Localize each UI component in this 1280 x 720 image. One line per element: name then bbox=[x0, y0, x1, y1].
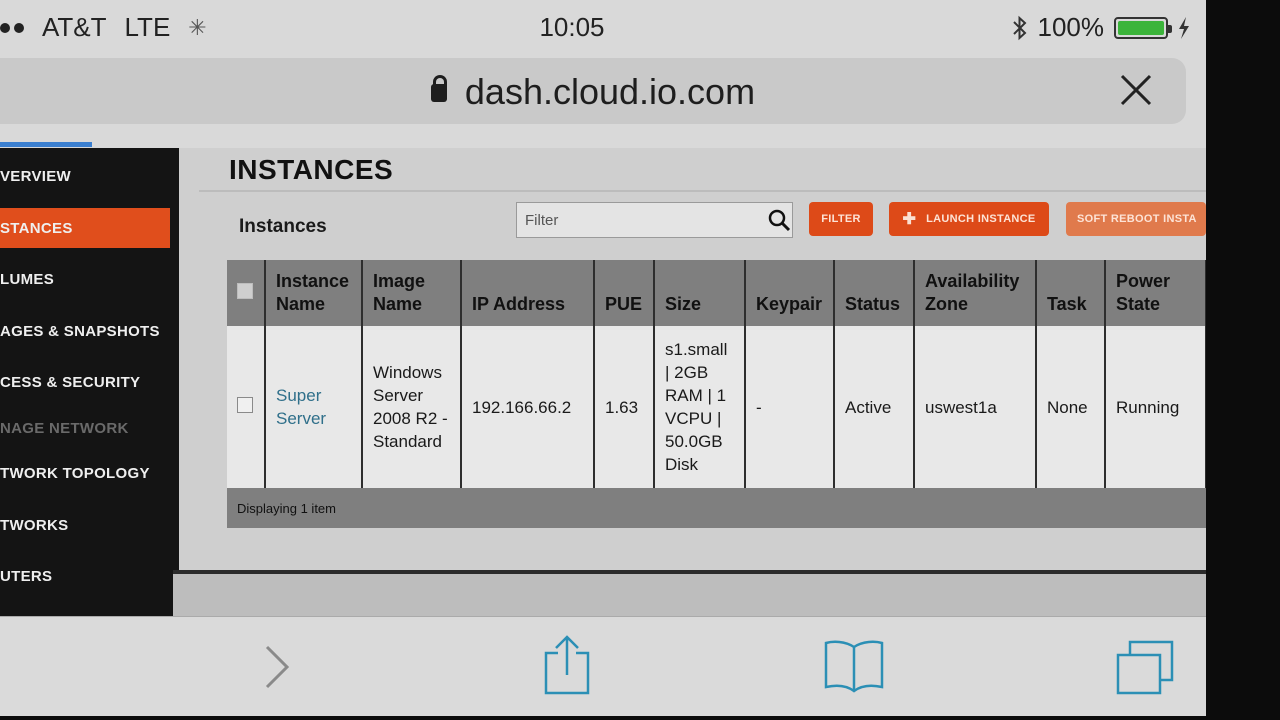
sidebar-item-instances[interactable]: STANCES bbox=[0, 208, 170, 248]
column-header[interactable]: Availability Zone bbox=[914, 260, 1037, 326]
sidebar-item-routers[interactable]: UTERS bbox=[0, 556, 52, 596]
content-lower-area bbox=[173, 574, 1206, 616]
sidebar-item-images-snapshots[interactable]: AGES & SNAPSHOTS bbox=[0, 311, 160, 351]
main-content: INSTANCES Instances FILTER ✚ LAUNCH INSTA… bbox=[179, 148, 1206, 616]
tabs-icon[interactable] bbox=[1114, 639, 1176, 697]
browser-toolbar bbox=[0, 616, 1206, 716]
column-header[interactable]: Power State bbox=[1105, 260, 1206, 326]
forward-icon[interactable] bbox=[262, 643, 292, 691]
column-header[interactable]: Status bbox=[834, 260, 915, 326]
column-header[interactable]: IP Address bbox=[461, 260, 595, 326]
ip-address-cell: 192.166.66.2 bbox=[461, 326, 595, 488]
lock-icon bbox=[430, 75, 447, 102]
table-row[interactable]: Super Server Windows Server 2008 R2 - St… bbox=[227, 326, 1206, 488]
availability-zone-cell: uswest1a bbox=[914, 326, 1037, 488]
column-header[interactable]: Size bbox=[654, 260, 746, 326]
size-cell: s1.small | 2GB RAM | 1 VCPU | 50.0GB Dis… bbox=[654, 326, 746, 488]
bluetooth-icon bbox=[1012, 15, 1026, 40]
battery-fill bbox=[1118, 20, 1164, 35]
soft-reboot-button[interactable]: SOFT REBOOT INSTA bbox=[1066, 202, 1206, 236]
power-state-cell: Running bbox=[1105, 326, 1206, 488]
sidebar-item-access-security[interactable]: CESS & SECURITY bbox=[0, 362, 140, 402]
filter-button[interactable]: FILTER bbox=[809, 202, 873, 236]
url-display[interactable]: dash.cloud.io.com bbox=[0, 71, 1186, 113]
instance-name-link[interactable]: Super Server bbox=[265, 326, 363, 488]
column-header[interactable]: Image Name bbox=[362, 260, 462, 326]
select-all-cell bbox=[227, 260, 266, 326]
sidebar-item-networks[interactable]: TWORKS bbox=[0, 505, 68, 545]
column-header[interactable]: Keypair bbox=[745, 260, 835, 326]
launch-instance-button[interactable]: ✚ LAUNCH INSTANCE bbox=[889, 202, 1049, 236]
select-all-checkbox[interactable] bbox=[237, 282, 253, 299]
sidebar: VERVIEW STANCES LUMES AGES & SNAPSHOTS C… bbox=[0, 148, 179, 616]
keypair-cell: - bbox=[745, 326, 835, 488]
status-time: 10:05 bbox=[539, 12, 605, 42]
table-footer: Displaying 1 item bbox=[227, 488, 1206, 528]
tab-indicator bbox=[0, 142, 92, 147]
instances-table: Instance Name Image Name IP Address PUE … bbox=[227, 260, 1206, 528]
table-header-row: Instance Name Image Name IP Address PUE … bbox=[227, 260, 1206, 326]
column-header[interactable]: Task bbox=[1036, 260, 1106, 326]
sidebar-item-network-topology[interactable]: TWORK TOPOLOGY bbox=[0, 453, 150, 493]
column-header[interactable]: PUE bbox=[594, 260, 655, 326]
page-title: INSTANCES bbox=[229, 154, 394, 185]
url-text: dash.cloud.io.com bbox=[464, 71, 756, 112]
share-icon[interactable] bbox=[544, 635, 590, 695]
device-screen: AT&T LTE ✳ 10:05 100% dash.cloud.io.com … bbox=[0, 0, 1206, 716]
image-name-cell: Windows Server 2008 R2 - Standard bbox=[362, 326, 462, 488]
close-icon[interactable] bbox=[1116, 70, 1156, 110]
status-right: 100% bbox=[1012, 12, 1191, 43]
plus-icon: ✚ bbox=[902, 211, 917, 228]
sidebar-item-overview[interactable]: VERVIEW bbox=[0, 156, 71, 196]
sidebar-item-manage-network: NAGE NETWORK bbox=[0, 419, 129, 437]
title-divider bbox=[199, 190, 1206, 192]
pue-cell: 1.63 bbox=[594, 326, 655, 488]
task-cell: None bbox=[1036, 326, 1106, 488]
status-cell: Active bbox=[834, 326, 915, 488]
status-bar: AT&T LTE ✳ 10:05 100% bbox=[0, 0, 1206, 56]
column-header[interactable]: Instance Name bbox=[265, 260, 363, 326]
bookmarks-icon[interactable] bbox=[823, 639, 885, 695]
address-bar[interactable]: dash.cloud.io.com bbox=[0, 58, 1186, 124]
row-checkbox[interactable] bbox=[237, 396, 253, 413]
search-icon[interactable] bbox=[767, 208, 791, 232]
charging-bolt-icon bbox=[1179, 16, 1189, 39]
sidebar-item-volumes[interactable]: LUMES bbox=[0, 259, 54, 299]
launch-instance-label: LAUNCH INSTANCE bbox=[926, 213, 1036, 225]
section-label: Instances bbox=[239, 216, 327, 237]
filter-input[interactable] bbox=[516, 202, 793, 238]
battery-percent: 100% bbox=[1037, 12, 1105, 42]
row-select-cell bbox=[227, 326, 266, 488]
battery-icon bbox=[1114, 16, 1172, 39]
